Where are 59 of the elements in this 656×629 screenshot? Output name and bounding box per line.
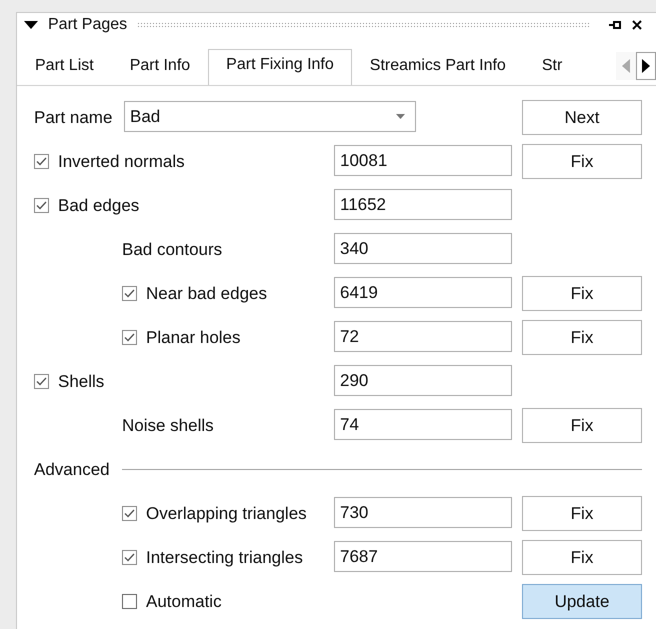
value-field[interactable]: 10081 [334, 145, 512, 176]
action-button[interactable]: Fix [522, 276, 642, 311]
checkbox-label: Shells [58, 372, 104, 392]
action-button[interactable]: Fix [522, 540, 642, 575]
checkbox[interactable] [122, 506, 137, 521]
checkmark-icon [124, 509, 135, 518]
checkbox-label: Bad edges [58, 196, 140, 216]
checkbox[interactable] [34, 198, 49, 213]
scroll-right-button[interactable] [636, 52, 656, 80]
panel-title: Part Pages [48, 16, 128, 34]
value-field[interactable]: 6419 [334, 277, 512, 308]
action-button[interactable]: Fix [522, 496, 642, 531]
section-label: Advanced [34, 460, 110, 480]
checkbox[interactable] [122, 286, 137, 301]
action-button[interactable]: Update [522, 584, 642, 619]
dropdown-caret-icon [396, 114, 405, 119]
value-field[interactable]: 7687 [334, 541, 512, 572]
action-button[interactable]: Fix [522, 408, 642, 443]
action-button[interactable]: Next [522, 100, 642, 135]
tab[interactable]: Part Fixing Info [208, 49, 352, 85]
checkmark-icon [36, 377, 47, 386]
checkbox-label: Overlapping triangles [146, 504, 307, 524]
action-button[interactable]: Fix [522, 320, 642, 355]
value-field[interactable]: 290 [334, 365, 512, 396]
checkbox-label: Planar holes [146, 328, 241, 348]
action-button[interactable]: Fix [522, 144, 642, 179]
tab[interactable]: Streamics Part Info [352, 55, 524, 85]
value-field[interactable]: 340 [334, 233, 512, 264]
close-icon[interactable] [632, 20, 642, 30]
checkbox-label: Intersecting triangles [146, 548, 303, 568]
pin-icon[interactable] [608, 20, 622, 30]
part-name-dropdown[interactable]: Bad [124, 101, 416, 132]
tab[interactable]: Part List [17, 55, 112, 85]
field-label: Noise shells [122, 416, 214, 436]
field-label: Part name [34, 108, 112, 128]
value-field[interactable]: 730 [334, 497, 512, 528]
right-arrow-icon [642, 59, 650, 73]
checkmark-icon [124, 553, 135, 562]
checkbox[interactable] [34, 154, 49, 169]
checkbox-label: Inverted normals [58, 152, 185, 172]
tab[interactable]: Str [524, 55, 580, 85]
tab[interactable]: Part Info [112, 55, 208, 85]
checkbox[interactable] [122, 594, 137, 609]
checkmark-icon [124, 289, 135, 298]
checkbox[interactable] [34, 374, 49, 389]
checkmark-icon [36, 201, 47, 210]
checkbox[interactable] [122, 550, 137, 565]
checkbox[interactable] [122, 330, 137, 345]
drag-grip[interactable] [137, 22, 590, 28]
value-field[interactable]: 72 [334, 321, 512, 352]
value-field[interactable]: 11652 [334, 189, 512, 220]
checkmark-icon [36, 157, 47, 166]
checkbox-label: Near bad edges [146, 284, 267, 304]
collapse-icon[interactable] [24, 20, 38, 30]
value-field[interactable]: 74 [334, 409, 512, 440]
checkbox-label: Automatic [146, 592, 222, 612]
left-arrow-icon [622, 59, 630, 73]
field-label: Bad contours [122, 240, 222, 260]
checkmark-icon [124, 333, 135, 342]
